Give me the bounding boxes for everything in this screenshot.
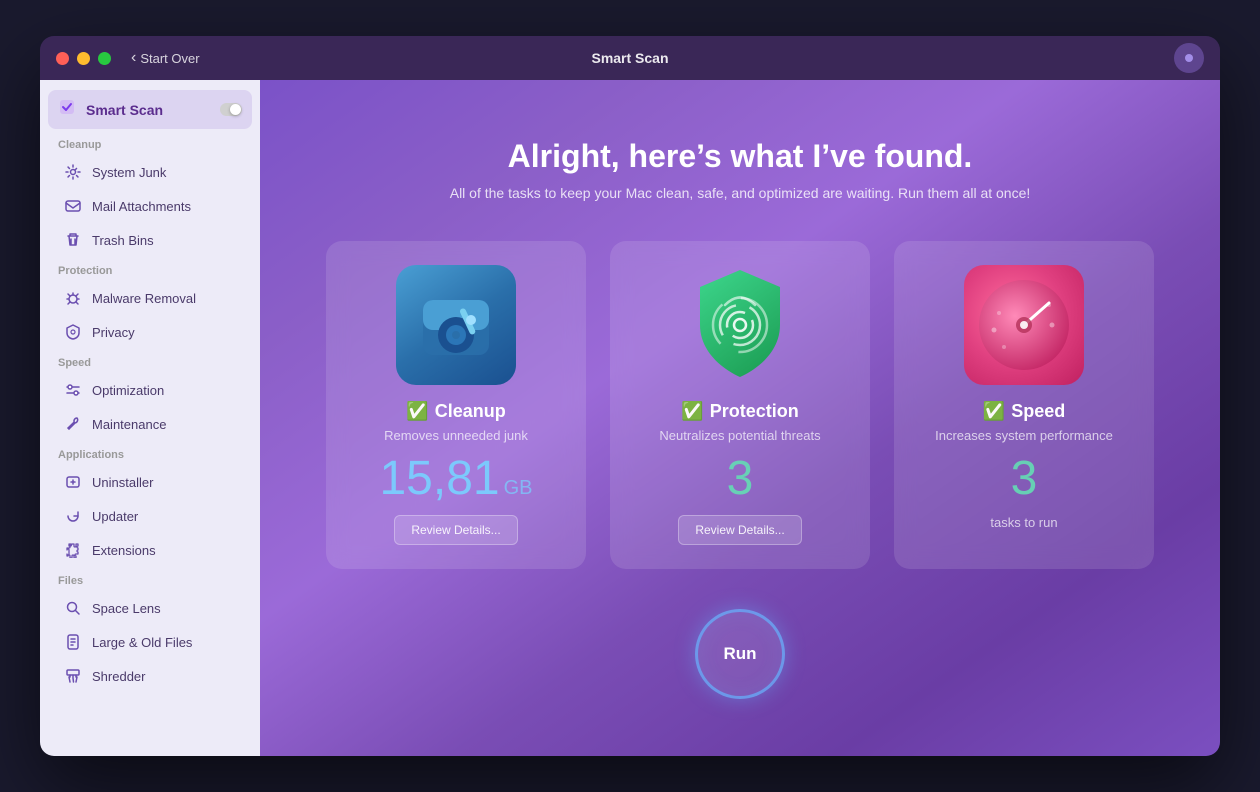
scan-icon bbox=[58, 98, 76, 121]
wrench-icon bbox=[64, 415, 82, 433]
privacy-icon bbox=[64, 323, 82, 341]
sidebar-item-optimization[interactable]: Optimization bbox=[46, 374, 254, 406]
updater-label: Updater bbox=[92, 509, 138, 524]
main-panel: Alright, here’s what I’ve found. All of … bbox=[260, 80, 1220, 756]
maintenance-label: Maintenance bbox=[92, 417, 166, 432]
file-icon bbox=[64, 633, 82, 651]
mail-icon bbox=[64, 197, 82, 215]
update-icon bbox=[64, 507, 82, 525]
speed-check-icon: ✅ bbox=[983, 401, 1005, 422]
section-protection-label: Protection bbox=[40, 257, 260, 281]
shredder-label: Shredder bbox=[92, 669, 145, 684]
section-applications-label: Applications bbox=[40, 441, 260, 465]
sidebar-item-shredder[interactable]: Shredder bbox=[46, 660, 254, 692]
sidebar: Smart Scan Cleanup System Junk bbox=[40, 80, 260, 756]
cleanup-desc: Removes unneeded junk bbox=[384, 428, 528, 443]
back-button[interactable]: ‹ Start Over bbox=[131, 49, 200, 67]
cleanup-card-icon bbox=[396, 265, 516, 385]
cleanup-check-icon: ✅ bbox=[406, 401, 428, 422]
speed-title-row: ✅ Speed bbox=[983, 401, 1065, 422]
cleanup-title-row: ✅ Cleanup bbox=[406, 401, 505, 422]
system-junk-label: System Junk bbox=[92, 165, 166, 180]
shredder-icon bbox=[64, 667, 82, 685]
trash-bins-label: Trash Bins bbox=[92, 233, 154, 248]
sidebar-item-uninstaller[interactable]: Uninstaller bbox=[46, 466, 254, 498]
sidebar-item-smart-scan[interactable]: Smart Scan bbox=[48, 90, 252, 129]
run-button[interactable]: Run bbox=[695, 609, 785, 699]
sidebar-item-updater[interactable]: Updater bbox=[46, 500, 254, 532]
large-old-files-label: Large & Old Files bbox=[92, 635, 192, 650]
smart-scan-label: Smart Scan bbox=[86, 102, 210, 118]
active-toggle[interactable] bbox=[220, 103, 242, 116]
sidebar-item-privacy[interactable]: Privacy bbox=[46, 316, 254, 348]
speed-card-icon bbox=[964, 265, 1084, 385]
protection-card: ✅ Protection Neutralizes potential threa… bbox=[610, 241, 870, 569]
sliders-icon bbox=[64, 381, 82, 399]
sidebar-item-trash-bins[interactable]: Trash Bins bbox=[46, 224, 254, 256]
cleanup-title: Cleanup bbox=[435, 401, 506, 422]
cards-row: ✅ Cleanup Removes unneeded junk 15,81GB … bbox=[326, 241, 1154, 569]
main-heading: Alright, here’s what I’ve found. bbox=[508, 138, 973, 175]
protection-card-icon bbox=[680, 265, 800, 385]
sidebar-item-extensions[interactable]: Extensions bbox=[46, 534, 254, 566]
speed-desc: Increases system performance bbox=[935, 428, 1113, 443]
protection-title: Protection bbox=[710, 401, 799, 422]
section-speed-label: Speed bbox=[40, 349, 260, 373]
main-subheading: All of the tasks to keep your Mac clean,… bbox=[450, 185, 1031, 201]
fullscreen-button[interactable] bbox=[98, 52, 111, 65]
titlebar: ‹ Start Over Smart Scan bbox=[40, 36, 1220, 80]
trash-icon bbox=[64, 231, 82, 249]
protection-check-icon: ✅ bbox=[681, 401, 703, 422]
settings-icon bbox=[1185, 54, 1193, 62]
sidebar-item-mail-attachments[interactable]: Mail Attachments bbox=[46, 190, 254, 222]
cleanup-review-button[interactable]: Review Details... bbox=[394, 515, 517, 545]
speed-card: ✅ Speed Increases system performance 3 t… bbox=[894, 241, 1154, 569]
sidebar-item-maintenance[interactable]: Maintenance bbox=[46, 408, 254, 440]
settings-button[interactable] bbox=[1174, 43, 1204, 73]
protection-number: 3 bbox=[727, 455, 754, 503]
chevron-left-icon: ‹ bbox=[131, 49, 136, 67]
gear-icon bbox=[64, 163, 82, 181]
malware-removal-label: Malware Removal bbox=[92, 291, 196, 306]
lens-icon bbox=[64, 599, 82, 617]
extensions-label: Extensions bbox=[92, 543, 156, 558]
sidebar-item-malware-removal[interactable]: Malware Removal bbox=[46, 282, 254, 314]
sidebar-item-large-old-files[interactable]: Large & Old Files bbox=[46, 626, 254, 658]
main-content: Smart Scan Cleanup System Junk bbox=[40, 80, 1220, 756]
tasks-label: tasks to run bbox=[990, 515, 1057, 530]
sidebar-item-system-junk[interactable]: System Junk bbox=[46, 156, 254, 188]
section-cleanup-label: Cleanup bbox=[40, 131, 260, 155]
bug-icon bbox=[64, 289, 82, 307]
app-window: ‹ Start Over Smart Scan Smart Scan bbox=[40, 36, 1220, 756]
speed-number: 3 bbox=[1011, 455, 1038, 503]
speed-title: Speed bbox=[1011, 401, 1065, 422]
optimization-label: Optimization bbox=[92, 383, 164, 398]
section-files-label: Files bbox=[40, 567, 260, 591]
privacy-label: Privacy bbox=[92, 325, 135, 340]
mail-attachments-label: Mail Attachments bbox=[92, 199, 191, 214]
window-title: Smart Scan bbox=[591, 50, 668, 66]
traffic-lights bbox=[56, 52, 111, 65]
close-button[interactable] bbox=[56, 52, 69, 65]
uninstaller-label: Uninstaller bbox=[92, 475, 153, 490]
cleanup-card: ✅ Cleanup Removes unneeded junk 15,81GB … bbox=[326, 241, 586, 569]
protection-title-row: ✅ Protection bbox=[681, 401, 798, 422]
space-lens-label: Space Lens bbox=[92, 601, 161, 616]
uninstall-icon bbox=[64, 473, 82, 491]
cleanup-number: 15,81GB bbox=[379, 455, 532, 503]
protection-review-button[interactable]: Review Details... bbox=[678, 515, 801, 545]
minimize-button[interactable] bbox=[77, 52, 90, 65]
sidebar-item-space-lens[interactable]: Space Lens bbox=[46, 592, 254, 624]
back-label: Start Over bbox=[140, 51, 199, 66]
protection-desc: Neutralizes potential threats bbox=[659, 428, 820, 443]
puzzle-icon bbox=[64, 541, 82, 559]
